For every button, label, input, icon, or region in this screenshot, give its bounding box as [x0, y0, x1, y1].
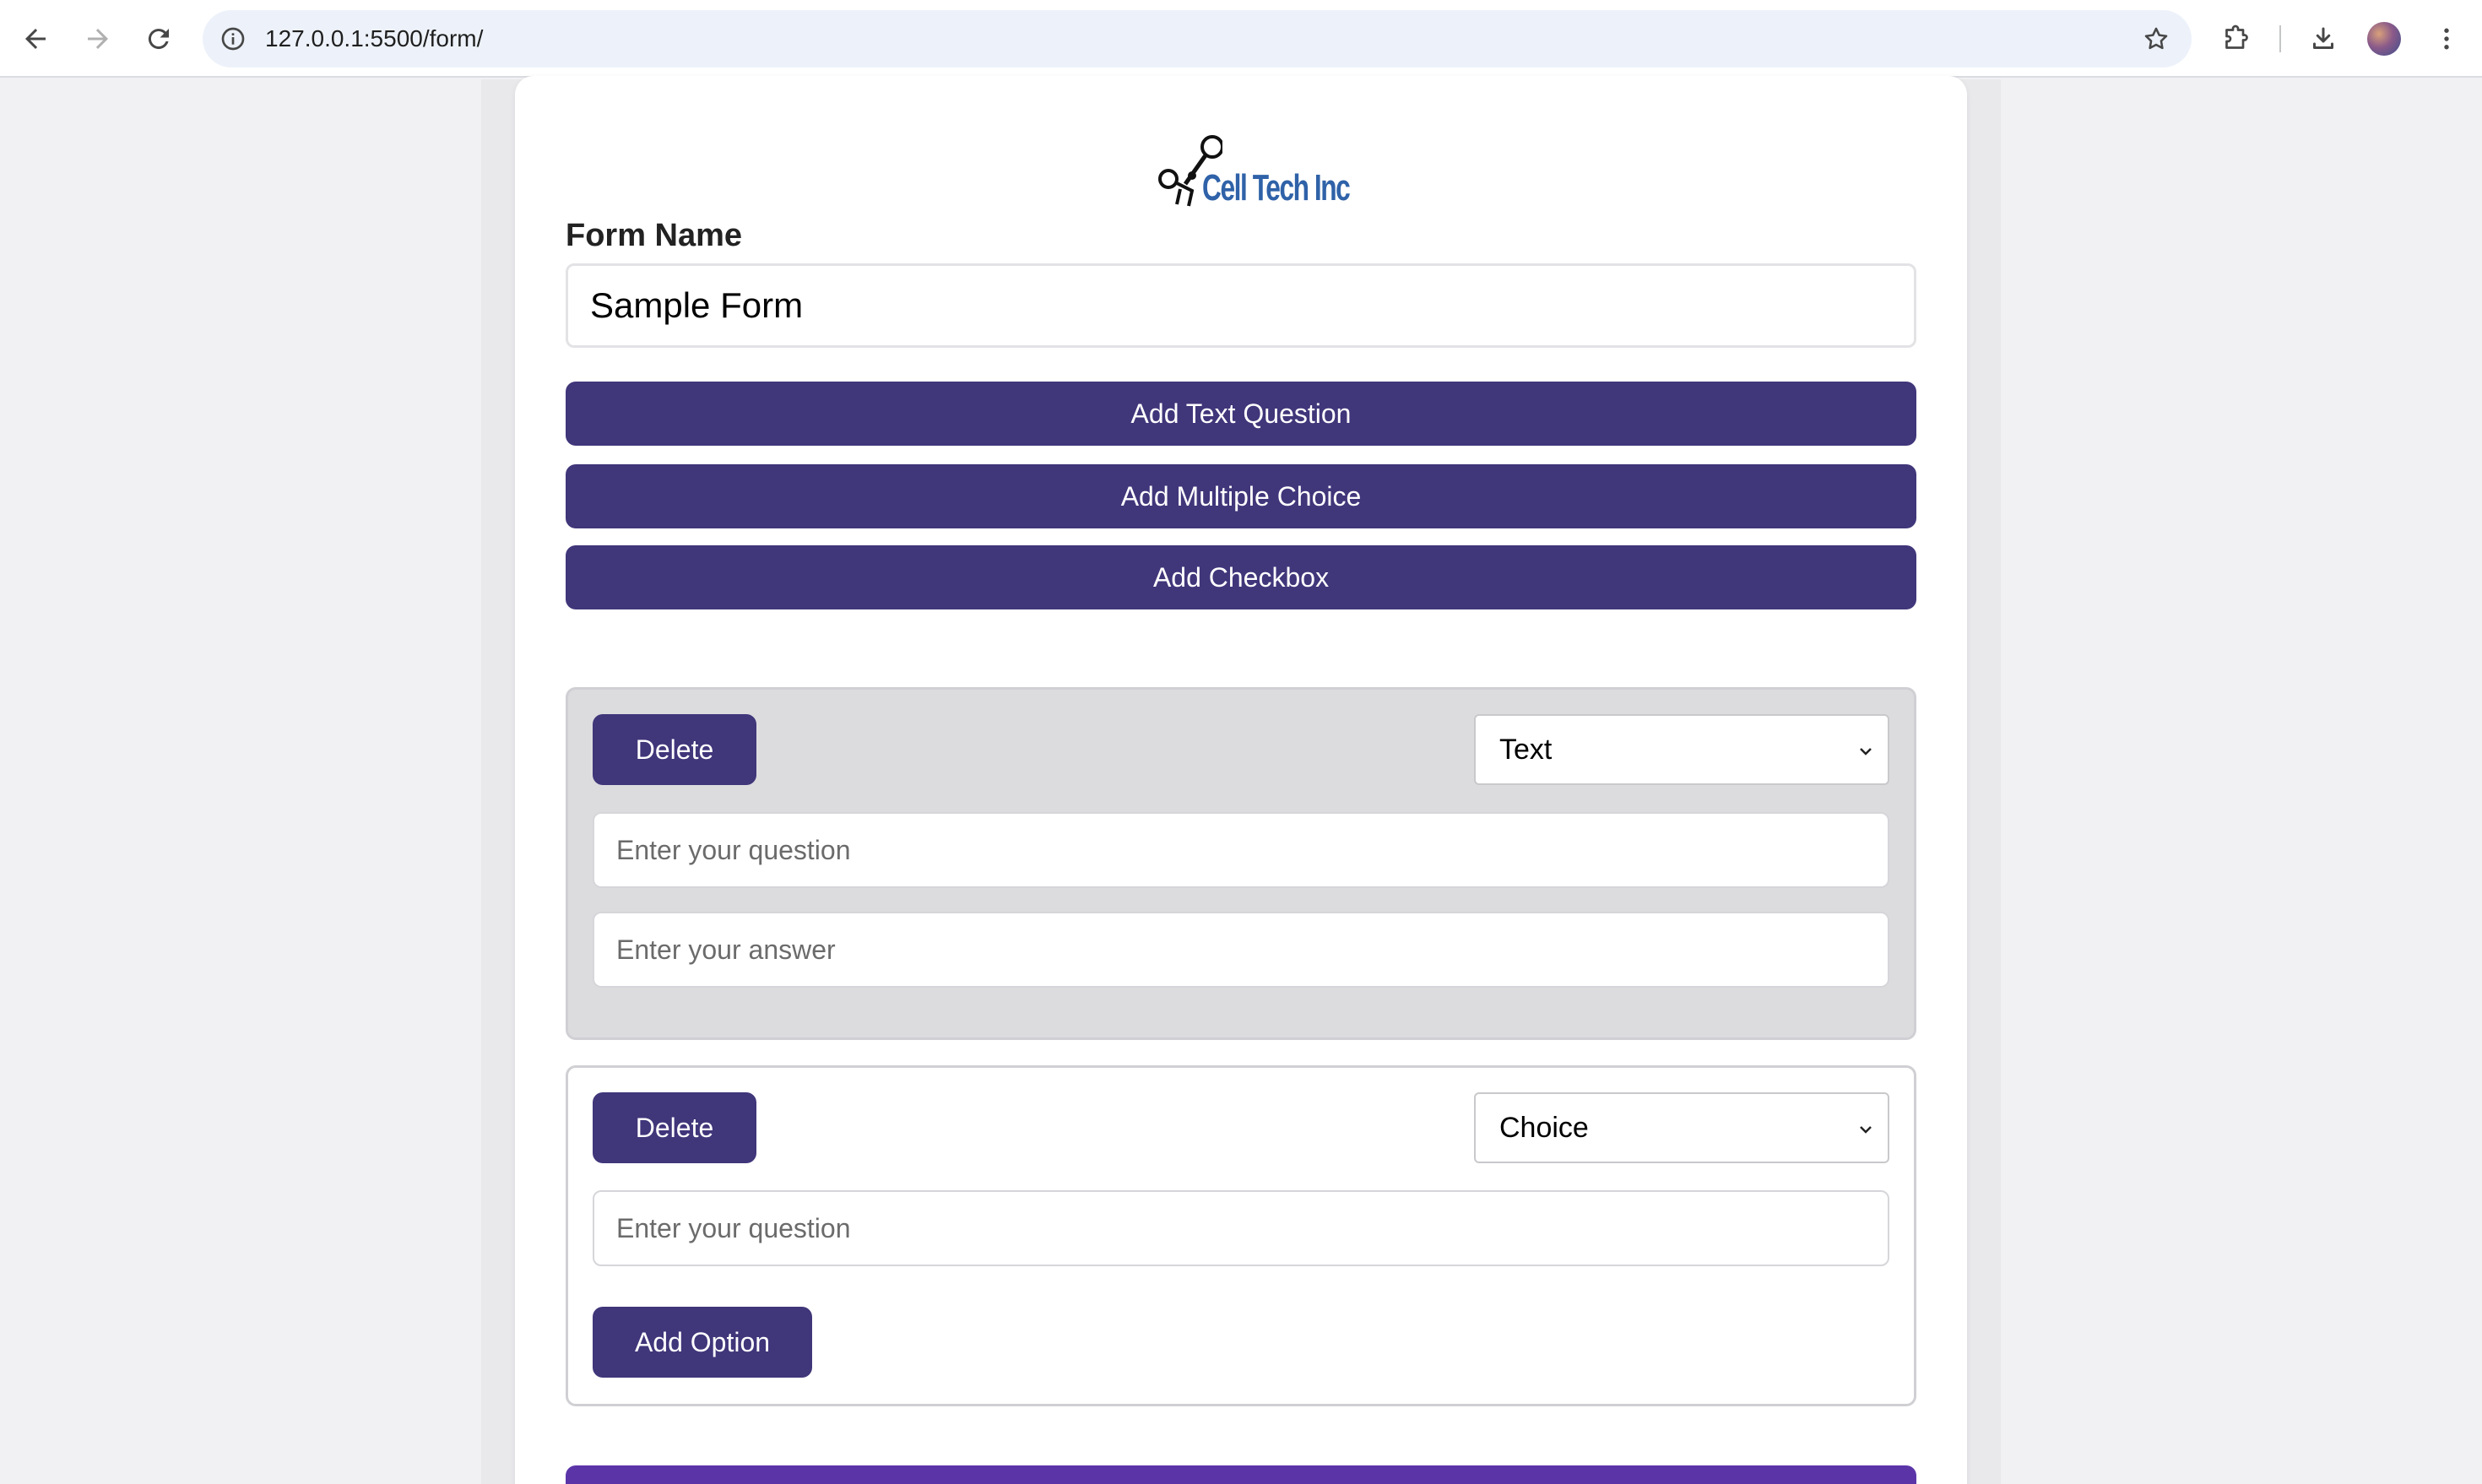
- bookmark-star-icon[interactable]: [2139, 22, 2173, 56]
- browser-menu-button[interactable]: [2421, 14, 2472, 64]
- page-viewport: Cell Tech Inc Form Name Add Text Questio…: [0, 76, 2482, 1484]
- reload-icon: [148, 29, 169, 50]
- add-checkbox-button[interactable]: Add Checkbox: [566, 545, 1916, 609]
- puzzle-icon: [2225, 24, 2248, 49]
- back-button[interactable]: [10, 14, 61, 64]
- delete-question-button[interactable]: Delete: [593, 1092, 756, 1163]
- question-input[interactable]: [593, 1190, 1889, 1266]
- form-name-input[interactable]: [566, 263, 1916, 348]
- question-type-value: Choice: [1499, 1111, 1589, 1144]
- question-input[interactable]: [593, 812, 1889, 888]
- site-info-icon[interactable]: [216, 22, 250, 56]
- add-option-button[interactable]: Add Option: [593, 1307, 812, 1378]
- delete-question-button[interactable]: Delete: [593, 714, 756, 785]
- question-type-select[interactable]: Choice: [1474, 1092, 1889, 1163]
- add-text-question-button[interactable]: Add Text Question: [566, 382, 1916, 446]
- chevron-down-icon: [1860, 748, 1872, 756]
- kebab-menu-icon: [2444, 28, 2449, 50]
- arrow-right-icon: [88, 29, 108, 49]
- address-bar[interactable]: 127.0.0.1:5500/form/: [203, 10, 2192, 68]
- download-icon: [2313, 27, 2333, 49]
- downloads-button[interactable]: [2298, 14, 2349, 64]
- toolbar-divider: [2279, 25, 2281, 52]
- extensions-button[interactable]: [2210, 14, 2261, 64]
- reload-button[interactable]: [133, 14, 184, 64]
- browser-toolbar: 127.0.0.1:5500/form/: [0, 0, 2482, 78]
- form-name-label: Form Name: [566, 218, 743, 253]
- answer-input[interactable]: [593, 912, 1889, 988]
- arrow-left-icon: [25, 29, 46, 49]
- profile-avatar[interactable]: [2367, 22, 2401, 56]
- company-logo: Cell Tech Inc: [1155, 130, 1351, 214]
- chevron-down-icon: [1860, 1126, 1872, 1134]
- add-multiple-choice-button[interactable]: Add Multiple Choice: [566, 464, 1916, 528]
- logo-text: Cell Tech Inc: [1202, 167, 1351, 209]
- url-text[interactable]: 127.0.0.1:5500/form/: [265, 10, 483, 68]
- submit-button[interactable]: [566, 1465, 1916, 1484]
- question-type-select[interactable]: Text: [1474, 714, 1889, 785]
- forward-button[interactable]: [73, 14, 123, 64]
- question-type-value: Text: [1499, 733, 1553, 766]
